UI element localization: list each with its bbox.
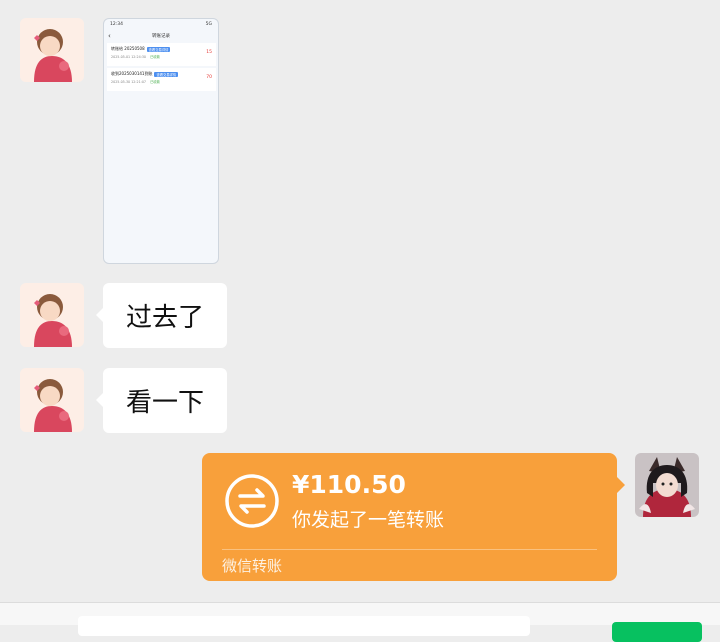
transfer-subtitle: 你发起了一笔转账 [292, 509, 445, 531]
screenshot-network: 5G [205, 21, 212, 27]
send-button[interactable] [612, 622, 702, 642]
screenshot-header: ‹ 转账记录 [104, 29, 218, 43]
contact-avatar[interactable] [20, 283, 84, 347]
message-bubble[interactable]: 过去了 [96, 283, 227, 348]
back-arrow-icon: ‹ [108, 31, 111, 40]
transfer-divider [222, 549, 597, 550]
record-status: 已收款 [150, 80, 160, 84]
message-bubble[interactable]: 看一下 [96, 368, 227, 433]
transfer-amount: ¥110.50 [292, 470, 406, 499]
record-amount: 15 [206, 50, 212, 55]
record-status: 已收款 [150, 55, 160, 59]
record-time: 2025-05-30 12:21:07 [111, 80, 147, 84]
transfer-card[interactable]: ¥110.50 你发起了一笔转账 微信转账 [202, 453, 625, 581]
contact-avatar[interactable] [20, 368, 84, 432]
record-name: 转账给 20250508 [111, 46, 145, 51]
transfer-arrows-icon [224, 473, 280, 529]
screenshot-record: 转账给 20250508 查看交易详情 2025-05-01 12:24:30 … [107, 43, 216, 66]
record-amount: 70 [206, 75, 212, 80]
self-avatar[interactable] [635, 453, 699, 517]
screenshot-time: 12:34 [110, 21, 123, 27]
record-tag: 查看交易详情 [146, 46, 171, 52]
chat-input-bar [0, 602, 720, 642]
message-text: 过去了 [125, 303, 204, 333]
record-tag: 查看交易详情 [154, 71, 179, 77]
contact-avatar[interactable] [20, 18, 84, 82]
record-name: 收到2025030141到账 [111, 71, 153, 76]
screenshot-status-bar: 12:34 5G [104, 19, 218, 29]
screenshot-record: 收到2025030141到账 查看交易详情 2025-05-30 12:21:0… [107, 68, 216, 91]
message-text: 看一下 [125, 388, 204, 418]
record-time: 2025-05-01 12:24:30 [111, 55, 147, 59]
screenshot-image[interactable]: 12:34 5G ‹ 转账记录 转账给 20250508 查看交易详情 2025… [103, 18, 219, 264]
message-input[interactable] [78, 616, 530, 636]
screenshot-title: 转账记录 [152, 34, 170, 39]
transfer-footer: 微信转账 [222, 557, 283, 575]
